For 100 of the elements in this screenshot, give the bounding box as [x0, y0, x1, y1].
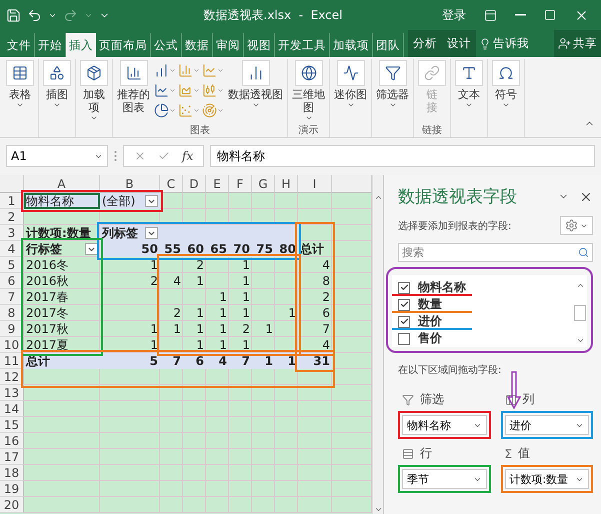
- ribbon-button[interactable]: 三维地 图: [290, 59, 327, 123]
- filter-dropdown-button[interactable]: [145, 195, 158, 207]
- button-label: 筛选器: [376, 88, 409, 101]
- maximize-icon: [544, 9, 556, 21]
- field-checkbox[interactable]: [398, 316, 410, 328]
- row-header[interactable]: 12: [0, 369, 24, 385]
- field-checkbox[interactable]: [398, 298, 410, 310]
- table-cell-text: 1: [172, 321, 182, 337]
- tell-me-button[interactable]: 告诉我: [476, 30, 532, 57]
- ribbon-button[interactable]: 文本: [453, 59, 485, 123]
- table-cell-text: 2017秋: [25, 321, 70, 337]
- field-prompt: 选择要添加到报表的字段:: [398, 220, 512, 232]
- cell-reference: A1: [11, 149, 27, 163]
- button-label: 文本: [458, 88, 480, 101]
- ribbon-tab[interactable]: 分析: [408, 30, 442, 57]
- row-header[interactable]: 11: [0, 353, 24, 369]
- row-header[interactable]: 2: [0, 209, 24, 225]
- row-header[interactable]: 20: [0, 497, 24, 513]
- table-cell-text: 7: [321, 321, 331, 337]
- table-cell-text: 1: [149, 337, 159, 353]
- button-label: 接: [426, 101, 438, 114]
- share-button[interactable]: 共享: [554, 30, 601, 57]
- button-label: 项: [88, 101, 100, 114]
- row-header[interactable]: 15: [0, 417, 24, 433]
- ribbon-button[interactable]: 表格: [4, 59, 36, 123]
- ribbon-button[interactable]: 插图: [41, 59, 73, 123]
- table-cell-text: 4: [321, 257, 331, 273]
- vertical-scrollbar[interactable]: [372, 175, 383, 514]
- row-header[interactable]: 6: [0, 273, 24, 289]
- table-cell-text: 1: [241, 273, 251, 289]
- scroll-thumb[interactable]: [574, 305, 586, 321]
- cancel-icon: [134, 150, 146, 162]
- field-checkbox[interactable]: [398, 332, 410, 344]
- table-cell-text: 2017冬: [25, 305, 70, 321]
- table-cell-text: 1: [264, 321, 274, 337]
- row-header[interactable]: 9: [0, 321, 24, 337]
- name-box[interactable]: A1: [6, 145, 108, 167]
- signin-button[interactable]: 登录: [436, 3, 472, 27]
- insert-function-label[interactable]: fx: [182, 149, 194, 163]
- row-header[interactable]: 1: [0, 193, 24, 209]
- ribbon-tab[interactable]: 设计: [442, 30, 476, 57]
- table-cell-text: 1: [218, 305, 228, 321]
- row-header[interactable]: 8: [0, 305, 24, 321]
- area-field-chip[interactable]: 物料名称: [402, 415, 486, 435]
- search-field[interactable]: 搜索: [398, 243, 593, 262]
- ribbon-button[interactable]: 筛选器: [374, 59, 411, 123]
- row-header[interactable]: 13: [0, 385, 24, 401]
- row-header[interactable]: 19: [0, 481, 24, 497]
- row-header[interactable]: 17: [0, 449, 24, 465]
- bar-chart-icon: [126, 65, 142, 81]
- column-header[interactable]: C: [160, 175, 183, 193]
- row-header[interactable]: 5: [0, 257, 24, 273]
- table-icon: [12, 65, 28, 81]
- row-header[interactable]: 18: [0, 465, 24, 481]
- button-label: 图: [303, 101, 314, 114]
- ribbon-button[interactable]: 加载 项: [78, 59, 110, 123]
- area-field-chip[interactable]: 进价: [504, 415, 589, 435]
- row-header[interactable]: 3: [0, 225, 24, 241]
- filter-dropdown-button[interactable]: [85, 243, 98, 255]
- formula-input-field[interactable]: 物料名称: [210, 145, 595, 167]
- table-cell: 50: [100, 241, 160, 257]
- table-cell-text: 1: [218, 321, 228, 337]
- scatter-chart-icon: [178, 103, 193, 118]
- column-header[interactable]: H: [275, 175, 298, 193]
- field-name[interactable]: 售价: [418, 330, 442, 347]
- column-header[interactable]: F: [229, 175, 252, 193]
- table-cell-text: 1: [195, 337, 205, 353]
- filter-dropdown-button[interactable]: [145, 227, 158, 239]
- ribbon-tab[interactable]: 插入: [66, 33, 96, 57]
- ribbon-button[interactable]: 推荐的 图表: [115, 59, 152, 123]
- column-header[interactable]: G: [252, 175, 275, 193]
- area-field-chip[interactable]: 计数项:数量: [504, 469, 589, 489]
- settings-button[interactable]: [560, 216, 593, 235]
- ribbon-button[interactable]: 符号: [490, 59, 522, 123]
- row-header[interactable]: 10: [0, 337, 24, 353]
- settings-icon: [565, 219, 578, 232]
- ribbon-button[interactable]: 迷你图: [332, 59, 369, 123]
- scroll-down-icon: [374, 505, 382, 514]
- text-icon: [461, 65, 477, 81]
- row-header[interactable]: 4: [0, 241, 24, 257]
- area-field-chip[interactable]: 季节: [402, 469, 486, 489]
- chart-type-button[interactable]: [154, 101, 176, 120]
- row-header[interactable]: 7: [0, 289, 24, 305]
- row-header[interactable]: 16: [0, 433, 24, 449]
- column-header[interactable]: D: [183, 175, 206, 193]
- field-name[interactable]: 数量: [418, 296, 442, 313]
- group-label: 图表: [189, 124, 211, 137]
- table-cell-text: 1: [241, 257, 251, 273]
- field-name[interactable]: 物料名称: [418, 279, 466, 296]
- column-header[interactable]: I: [298, 175, 332, 193]
- table-cell-text: 2017春: [25, 289, 70, 305]
- column-header[interactable]: E: [206, 175, 229, 193]
- bar-chart-icon: [178, 63, 193, 78]
- cell-text: (全部): [102, 194, 136, 208]
- field-name[interactable]: 进价: [418, 313, 442, 330]
- ribbon-button[interactable]: 数据透视图: [226, 59, 285, 123]
- table-cell: 5: [100, 353, 160, 369]
- field-checkbox[interactable]: [398, 282, 410, 294]
- row-header[interactable]: 14: [0, 401, 24, 417]
- filter-icon: [402, 394, 414, 406]
